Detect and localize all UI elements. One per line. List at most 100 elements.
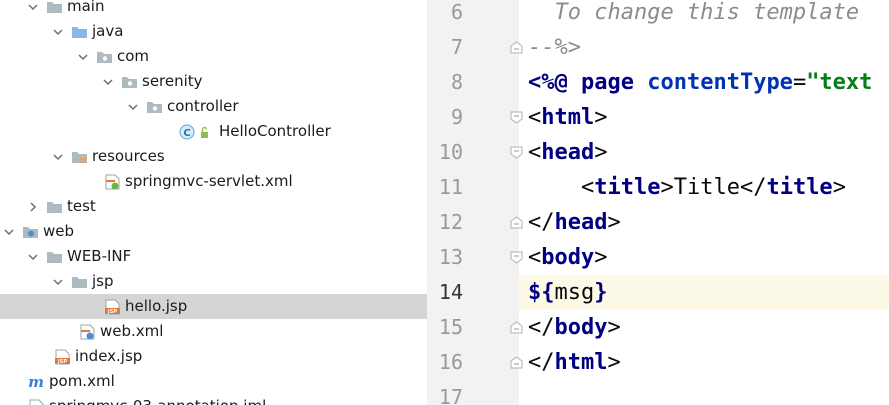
jsp-file-icon: JSP	[104, 299, 121, 315]
java-class-icon: C	[179, 124, 215, 140]
chevron-down-icon[interactable]	[76, 50, 90, 64]
spring-xml-icon	[104, 174, 121, 190]
line-code: <head>	[528, 140, 608, 165]
line-number: 6	[450, 0, 463, 24]
resources-folder-icon	[71, 149, 88, 165]
jsp-file-icon: JSP	[54, 349, 71, 365]
tree-item-label: main	[67, 0, 105, 15]
tree-item-iml[interactable]: springmvc-03-annotation.iml	[0, 394, 427, 405]
tree-item-label: controller	[167, 97, 239, 115]
tree-item-web[interactable]: web	[0, 219, 427, 244]
svg-text:JSP: JSP	[107, 309, 117, 315]
tree-item-main[interactable]: main	[0, 0, 427, 19]
line-number: 14	[438, 280, 463, 304]
chevron-down-icon[interactable]	[26, 250, 40, 264]
tree-item-serenity[interactable]: serenity	[0, 69, 427, 94]
code-line[interactable]: 10 <head>	[427, 135, 889, 170]
tree-item-resources[interactable]: resources	[0, 144, 427, 169]
line-number: 16	[438, 350, 463, 374]
code-line[interactable]: 15 </body>	[427, 310, 889, 345]
line-number: 13	[438, 245, 463, 269]
line-code: <%@ page contentType="text	[528, 70, 873, 95]
tree-item-web-xml[interactable]: web.xml	[0, 319, 427, 344]
tree-item-label: web.xml	[100, 322, 164, 340]
line-code: </body>	[528, 315, 621, 340]
line-number: 8	[450, 70, 463, 94]
code-line[interactable]: 11 <title>Title</title>	[427, 170, 889, 205]
code-line[interactable]: 13 <body>	[427, 240, 889, 275]
iml-file-icon	[28, 399, 45, 405]
tree-item-label: pom.xml	[49, 372, 115, 390]
chevron-down-icon[interactable]	[2, 225, 16, 239]
web-folder-icon	[22, 224, 39, 240]
line-number: 10	[438, 140, 463, 164]
chevron-down-icon[interactable]	[51, 25, 65, 39]
chevron-down-icon[interactable]	[26, 0, 40, 14]
tree-item-label: springmvc-03-annotation.iml	[49, 394, 266, 405]
chevron-down-icon[interactable]	[101, 75, 115, 89]
web-xml-icon	[79, 324, 96, 340]
chevron-right-icon[interactable]	[26, 200, 40, 214]
tree-item-label: web	[43, 222, 75, 240]
tree-item-label: jsp	[92, 272, 114, 290]
fold-end-icon[interactable]	[510, 356, 523, 369]
code-editor[interactable]: 6 To change this template 7 --%> 8 <%@ p…	[427, 0, 889, 405]
tree-item-java[interactable]: java	[0, 19, 427, 44]
fold-end-icon[interactable]	[510, 321, 523, 334]
tree-item-label: test	[67, 197, 96, 215]
tree-item-hellocontroller[interactable]: C HelloController	[0, 119, 427, 144]
package-icon	[146, 99, 163, 115]
tree-item-label: WEB-INF	[67, 247, 132, 265]
fold-start-icon[interactable]	[510, 251, 523, 264]
tree-item-test[interactable]: test	[0, 194, 427, 219]
code-line[interactable]: 7 --%>	[427, 30, 889, 65]
tree-item-controller[interactable]: controller	[0, 94, 427, 119]
package-icon	[121, 74, 138, 90]
chevron-down-icon[interactable]	[126, 100, 140, 114]
line-code: <title>Title</title>	[580, 175, 846, 200]
tree-item-label: resources	[92, 147, 165, 165]
line-code: --%>	[528, 35, 581, 60]
folder-icon	[46, 199, 63, 215]
fold-start-icon[interactable]	[510, 146, 523, 159]
tree-item-label: serenity	[142, 72, 203, 90]
svg-text:C: C	[183, 128, 190, 139]
tree-item-com[interactable]: com	[0, 44, 427, 69]
line-code: ${msg}	[528, 280, 608, 305]
fold-start-icon[interactable]	[510, 111, 523, 124]
tree-item-label: HelloController	[219, 122, 331, 140]
package-icon	[96, 49, 113, 65]
tree-item-label: springmvc-servlet.xml	[125, 172, 293, 190]
code-line[interactable]: 16 </html>	[427, 345, 889, 380]
tree-item-index-jsp[interactable]: JSP index.jsp	[0, 344, 427, 369]
tree-item-web-inf[interactable]: WEB-INF	[0, 244, 427, 269]
project-tree: main java com serenity controller C Hell…	[0, 0, 427, 405]
tree-item-label: index.jsp	[75, 347, 143, 365]
fold-end-icon[interactable]	[510, 41, 523, 54]
code-line[interactable]: 6 To change this template	[427, 0, 889, 30]
folder-icon	[46, 249, 63, 265]
chevron-down-icon[interactable]	[51, 150, 65, 164]
code-line[interactable]: 9 <html>	[427, 100, 889, 135]
line-number: 17	[438, 385, 463, 405]
fold-end-icon[interactable]	[510, 216, 523, 229]
code-line[interactable]: 8 <%@ page contentType="text	[427, 65, 889, 100]
chevron-down-icon[interactable]	[51, 275, 65, 289]
maven-icon: m	[28, 374, 45, 390]
line-code: </html>	[528, 350, 621, 375]
line-number: 15	[438, 315, 463, 339]
line-code: <html>	[528, 105, 608, 130]
line-code: </head>	[528, 210, 621, 235]
svg-text:m: m	[28, 374, 44, 390]
tree-item-pom-xml[interactable]: m pom.xml	[0, 369, 427, 394]
tree-item-label: java	[92, 22, 124, 40]
line-number: 7	[450, 35, 463, 59]
code-line-current[interactable]: 14 ${msg}	[427, 275, 889, 310]
tree-item-hello-jsp[interactable]: JSP hello.jsp	[0, 294, 427, 319]
code-line[interactable]: 17	[427, 380, 889, 405]
tree-item-springmvc-servlet-xml[interactable]: springmvc-servlet.xml	[0, 169, 427, 194]
tree-item-label: hello.jsp	[125, 297, 188, 315]
tree-item-jsp[interactable]: jsp	[0, 269, 427, 294]
code-line[interactable]: 12 </head>	[427, 205, 889, 240]
line-number: 11	[438, 175, 463, 199]
